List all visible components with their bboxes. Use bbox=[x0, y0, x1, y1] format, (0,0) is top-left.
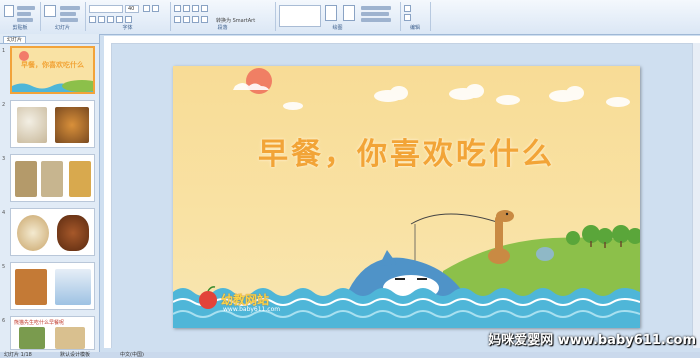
shrink-font-icon[interactable] bbox=[152, 5, 159, 12]
clipboard-label: 剪贴板 bbox=[12, 25, 28, 31]
slide-canvas[interactable]: 早餐，你喜欢吃什么 幼教网站 www.baby611.com bbox=[173, 66, 640, 328]
dumplings-photo bbox=[17, 107, 47, 143]
editing-label: 编辑 bbox=[409, 25, 420, 31]
bold-icon[interactable] bbox=[89, 16, 96, 23]
slide-count: 幻灯片 1/18 bbox=[4, 352, 32, 358]
decrease-indent-icon[interactable] bbox=[192, 5, 199, 12]
align-left-icon[interactable] bbox=[174, 16, 181, 23]
food-photo bbox=[19, 327, 45, 349]
align-right-icon[interactable] bbox=[192, 16, 199, 23]
grow-font-icon[interactable] bbox=[143, 5, 150, 12]
milk-photo bbox=[55, 269, 91, 305]
slide-thumbnail-panel: 幻灯片 1 早餐，你喜欢吃什么 2 3 4 5 6 熊猫先生吃什么早餐呢 bbox=[0, 34, 100, 352]
thumbnail-caption: 熊猫先生吃什么早餐呢 bbox=[14, 320, 65, 326]
new-slide-icon[interactable] bbox=[44, 5, 56, 17]
font-size-combo[interactable]: 40 bbox=[125, 5, 139, 13]
porridge-photo bbox=[17, 215, 49, 251]
pastry-photo bbox=[15, 269, 47, 305]
ribbon: 剪贴板 幻灯片 40 字体 转换为 SmartArt 段落 绘图 编辑 bbox=[0, 0, 700, 35]
quick-styles-icon[interactable] bbox=[343, 5, 355, 21]
apple-logo bbox=[199, 291, 217, 309]
font-name-combo[interactable] bbox=[89, 5, 123, 13]
thumbnail-slide-2[interactable] bbox=[10, 100, 95, 148]
thumb-number: 2 bbox=[2, 102, 6, 108]
shark-figure bbox=[345, 250, 463, 301]
slide-artwork bbox=[173, 68, 640, 328]
paragraph-group: 转换为 SmartArt 段落 bbox=[170, 2, 276, 31]
thumbnail-slide-3[interactable] bbox=[10, 154, 95, 202]
food-photo bbox=[55, 327, 85, 349]
paragraph-label: 段落 bbox=[217, 25, 228, 31]
justify-icon[interactable] bbox=[201, 16, 208, 23]
vertical-ruler bbox=[104, 43, 112, 348]
bullets-icon[interactable] bbox=[174, 5, 181, 12]
convert-smartart-button[interactable]: 转换为 SmartArt bbox=[216, 17, 255, 24]
arrange-icon[interactable] bbox=[325, 5, 337, 21]
status-bar: 幻灯片 1/18 默认设计模板 中文(中国) bbox=[0, 352, 700, 358]
thumb-number: 4 bbox=[2, 210, 6, 216]
horizontal-ruler bbox=[104, 36, 700, 44]
thumbnail-slide-1[interactable]: 早餐，你喜欢吃什么 bbox=[10, 46, 95, 94]
thumb-number: 6 bbox=[2, 318, 6, 324]
slide-title[interactable]: 早餐，你喜欢吃什么 bbox=[173, 129, 640, 173]
italic-icon[interactable] bbox=[98, 16, 105, 23]
food-photo bbox=[15, 161, 37, 197]
vertical-scrollbar[interactable] bbox=[692, 43, 700, 348]
numbering-icon[interactable] bbox=[183, 5, 190, 12]
font-color-icon[interactable] bbox=[125, 16, 132, 23]
meal-photo bbox=[55, 107, 89, 143]
replace-icon[interactable] bbox=[404, 14, 411, 21]
sun-shape bbox=[246, 68, 272, 94]
thumb-number: 1 bbox=[2, 48, 6, 54]
thumbnail-slide-4[interactable] bbox=[10, 208, 95, 256]
paste-icon[interactable] bbox=[4, 5, 14, 17]
thumb-number: 5 bbox=[2, 264, 6, 270]
clipboard-group: 剪贴板 bbox=[0, 2, 41, 31]
thumbnail-slide-5[interactable] bbox=[10, 262, 95, 310]
increase-indent-icon[interactable] bbox=[201, 5, 208, 12]
drawing-group: 绘图 bbox=[275, 2, 401, 31]
eggs-photo bbox=[57, 215, 89, 251]
food-photo bbox=[41, 161, 63, 197]
small-animal bbox=[536, 247, 554, 261]
thumbnail-slide-6[interactable]: 熊猫先生吃什么早餐呢 bbox=[10, 316, 95, 350]
shadow-icon[interactable] bbox=[116, 16, 123, 23]
logo-url: www.baby611.com bbox=[223, 306, 281, 313]
food-photo bbox=[69, 161, 91, 197]
site-watermark: 妈咪爱婴网 www.baby611.com bbox=[488, 333, 696, 348]
language-indicator: 中文(中国) bbox=[120, 352, 144, 358]
theme-name: 默认设计模板 bbox=[60, 352, 91, 358]
thumbnail-art bbox=[12, 51, 93, 92]
drawing-label: 绘图 bbox=[332, 25, 343, 31]
find-icon[interactable] bbox=[404, 5, 411, 12]
fishing-rod bbox=[410, 213, 504, 225]
underline-icon[interactable] bbox=[107, 16, 114, 23]
font-label: 字体 bbox=[122, 25, 133, 31]
thumb-number: 3 bbox=[2, 156, 6, 162]
font-group: 40 字体 bbox=[85, 2, 171, 31]
slides-group: 幻灯片 bbox=[40, 2, 86, 31]
slides-label: 幻灯片 bbox=[54, 25, 70, 31]
thumbnail-title: 早餐，你喜欢吃什么 bbox=[21, 61, 84, 69]
editing-group: 编辑 bbox=[400, 2, 431, 31]
align-center-icon[interactable] bbox=[183, 16, 190, 23]
